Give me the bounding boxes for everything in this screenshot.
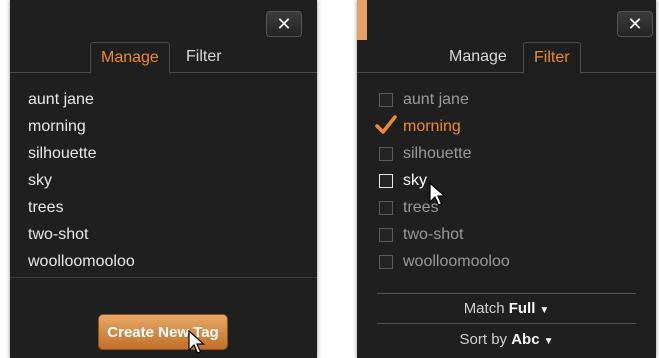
- sort-value: Abc: [511, 331, 540, 348]
- tag-filter-item[interactable]: aunt jane: [357, 86, 656, 113]
- tag-label: trees: [403, 199, 439, 216]
- divider: [377, 323, 636, 324]
- tab-bar: Manage Filter: [357, 42, 656, 74]
- close-button[interactable]: ✕: [617, 11, 653, 37]
- tag-item[interactable]: morning: [10, 113, 317, 140]
- close-icon: ✕: [627, 13, 643, 34]
- tag-label: morning: [403, 118, 461, 135]
- tag-label: two-shot: [403, 226, 464, 243]
- tag-manager-panel: ✕ Manage Filter aunt jane morning silhou…: [10, 0, 317, 358]
- tag-filter-item[interactable]: morning: [357, 113, 656, 140]
- tab-filter[interactable]: Filter: [176, 42, 232, 72]
- match-dropdown[interactable]: Match Full ▼: [357, 300, 656, 317]
- tag-filter-list: aunt jane morning silhouette sky trees t…: [357, 86, 656, 275]
- tag-item[interactable]: trees: [10, 194, 317, 221]
- tag-list: aunt jane morning silhouette sky trees t…: [10, 86, 317, 275]
- match-value: Full: [508, 300, 536, 317]
- create-new-tag-button[interactable]: Create New Tag: [98, 314, 228, 350]
- caret-down-icon: ▼: [543, 336, 554, 347]
- checkbox[interactable]: [379, 201, 393, 215]
- divider: [10, 277, 317, 278]
- caret-down-icon: ▼: [539, 305, 550, 316]
- tab-manage[interactable]: Manage: [90, 42, 170, 74]
- tag-filter-item[interactable]: trees: [357, 194, 656, 221]
- sort-dropdown[interactable]: Sort by Abc ▼: [357, 331, 656, 348]
- checkbox[interactable]: [379, 174, 393, 188]
- accent-strip: [357, 0, 367, 40]
- tag-label: aunt jane: [403, 91, 469, 108]
- tag-filter-panel: ✕ Manage Filter aunt jane morning silhou…: [357, 0, 656, 358]
- divider: [377, 293, 636, 294]
- tab-filter[interactable]: Filter: [523, 42, 581, 74]
- close-icon: ✕: [276, 13, 292, 34]
- tag-filter-item[interactable]: silhouette: [357, 140, 656, 167]
- tag-item[interactable]: two-shot: [10, 221, 317, 248]
- checkbox[interactable]: [379, 93, 393, 107]
- checkbox[interactable]: [379, 228, 393, 242]
- sort-label: Sort by: [459, 331, 508, 348]
- close-button[interactable]: ✕: [266, 11, 302, 37]
- checkbox[interactable]: [379, 255, 393, 269]
- tag-label: silhouette: [403, 145, 472, 162]
- checkmark-icon[interactable]: [375, 114, 397, 136]
- tag-item[interactable]: woolloomooloo: [10, 248, 317, 275]
- match-label: Match: [463, 300, 505, 317]
- tab-bar: Manage Filter: [10, 42, 317, 74]
- tab-manage[interactable]: Manage: [439, 42, 517, 72]
- tag-filter-item[interactable]: sky: [357, 167, 656, 194]
- tag-filter-item[interactable]: woolloomooloo: [357, 248, 656, 275]
- checkbox[interactable]: [379, 147, 393, 161]
- tag-label: woolloomooloo: [403, 253, 510, 270]
- tag-item[interactable]: aunt jane: [10, 86, 317, 113]
- tag-label: sky: [403, 172, 427, 189]
- tag-filter-item[interactable]: two-shot: [357, 221, 656, 248]
- tag-item[interactable]: silhouette: [10, 140, 317, 167]
- tag-item[interactable]: sky: [10, 167, 317, 194]
